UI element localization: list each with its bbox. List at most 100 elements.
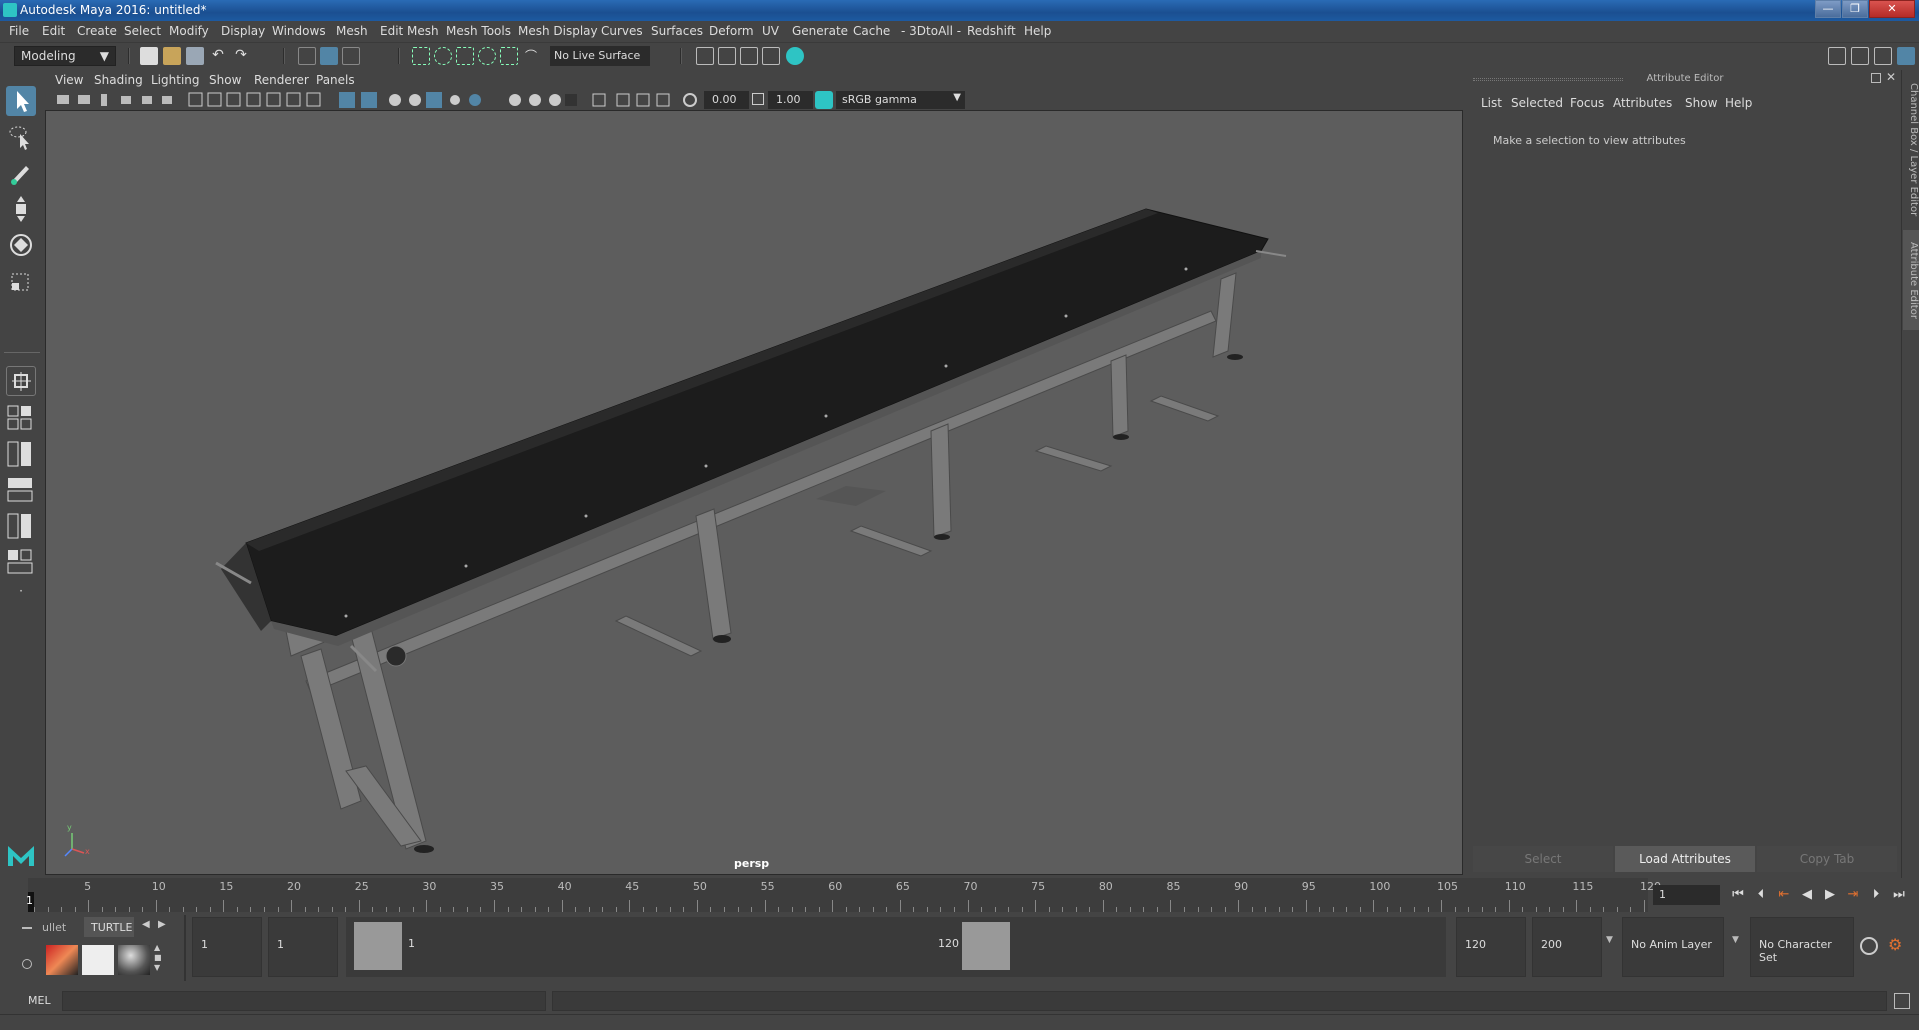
viewport-menu-renderer[interactable]: Renderer [254, 73, 309, 87]
conveyor-belt-model[interactable]: y x [46, 111, 1463, 875]
select-by-object-icon[interactable] [320, 47, 338, 65]
live-surface-field[interactable]: No Live Surface [550, 46, 650, 66]
viewport-menu-show[interactable]: Show [209, 73, 241, 87]
snap-view-plane-icon[interactable] [478, 47, 496, 65]
menu-uv[interactable]: UV [762, 24, 779, 38]
menu-curves[interactable]: Curves [601, 24, 643, 38]
layout-four-view-icon[interactable] [6, 404, 36, 432]
viewport-menu-lighting[interactable]: Lighting [151, 73, 200, 87]
select-tool-icon[interactable] [6, 86, 36, 116]
animation-start-field[interactable]: 1 [192, 917, 262, 977]
time-slider-track[interactable]: 1 5 10 15 20 25 30 35 40 45 50 55 60 65 70 75 80 85 90 95 1… [26, 878, 1661, 912]
menu-help[interactable]: Help [1024, 24, 1051, 38]
mode-select[interactable]: Modeling ▼ [14, 46, 116, 66]
render-settings-icon[interactable] [696, 47, 714, 65]
current-frame-field[interactable]: 1 [1653, 885, 1720, 905]
select-by-hierarchy-icon[interactable] [298, 47, 316, 65]
shelf-handle[interactable] [22, 917, 36, 977]
render-frame-icon[interactable] [718, 47, 736, 65]
attr-menu-help[interactable]: Help [1725, 96, 1752, 110]
character-set-select[interactable]: No Character Set [1750, 917, 1854, 977]
copy-tab-button[interactable]: Copy Tab [1757, 846, 1897, 872]
turtle-sphere-icon[interactable] [118, 945, 150, 975]
playback-end-field[interactable]: 120 [1456, 917, 1526, 977]
paint-select-tool-icon[interactable] [6, 158, 36, 188]
close-icon[interactable]: ✕ [1886, 70, 1896, 84]
chevron-down-icon[interactable]: ▼ [1606, 935, 1613, 945]
attr-menu-focus[interactable]: Focus [1570, 96, 1604, 110]
shelf-tab-turtle[interactable]: TURTLE [84, 917, 134, 937]
menu-3dtoall[interactable]: - 3DtoAll - [901, 24, 961, 38]
menu-edit[interactable]: Edit [42, 24, 65, 38]
menu-modify[interactable]: Modify [169, 24, 209, 38]
animation-preferences-icon[interactable]: ⚙ [1888, 935, 1902, 954]
step-forward-key-icon[interactable]: ⏵ [1867, 886, 1885, 904]
menu-mesh-display[interactable]: Mesh Display [518, 24, 598, 38]
layout-outliner-icon[interactable] [6, 476, 36, 504]
script-editor-icon[interactable] [1894, 993, 1910, 1009]
menu-surfaces[interactable]: Surfaces [651, 24, 703, 38]
turtle-render-icon[interactable] [46, 945, 78, 975]
step-back-key-icon[interactable]: ⏴ [1752, 886, 1770, 904]
layout-graph-icon[interactable] [6, 512, 36, 540]
range-start-handle[interactable] [354, 922, 402, 970]
menu-mesh-tools[interactable]: Mesh Tools [446, 24, 511, 38]
gamma-field[interactable]: 1.00 [768, 91, 813, 109]
new-scene-icon[interactable] [140, 47, 158, 65]
redo-icon[interactable]: ↷ [232, 47, 250, 65]
snap-point-icon[interactable] [456, 47, 474, 65]
select-button[interactable]: Select [1473, 846, 1613, 872]
layout-two-view-icon[interactable] [6, 440, 36, 468]
auto-key-icon[interactable] [1860, 937, 1878, 955]
command-language-label[interactable]: MEL [28, 994, 51, 1007]
step-forward-frame-icon[interactable]: ⇥ [1844, 886, 1862, 904]
menu-generate[interactable]: Generate [792, 24, 848, 38]
play-backwards-icon[interactable]: ◀ [1798, 886, 1816, 904]
perspective-viewport[interactable]: y x persp [45, 110, 1463, 875]
snap-grid-icon[interactable] [412, 47, 430, 65]
rotate-tool-icon[interactable] [6, 230, 36, 260]
select-by-component-icon[interactable] [342, 47, 360, 65]
ipr-render-icon[interactable] [740, 47, 758, 65]
command-input[interactable] [62, 991, 546, 1011]
exposure-field[interactable]: 0.00 [704, 91, 749, 109]
menu-windows[interactable]: Windows [272, 24, 326, 38]
snap-surface-icon[interactable]: ⌒ [522, 47, 540, 65]
move-tool-icon[interactable] [6, 194, 36, 224]
tab-attribute-editor[interactable]: Attribute Editor [1903, 230, 1919, 330]
open-scene-icon[interactable] [163, 47, 181, 65]
float-panel-icon[interactable] [1871, 73, 1881, 83]
menu-mesh[interactable]: Mesh [336, 24, 368, 38]
animation-end-field[interactable]: 200 [1532, 917, 1602, 977]
menu-cache[interactable]: Cache [853, 24, 890, 38]
channel-box-toggle-icon[interactable] [1897, 47, 1915, 65]
viewport-menu-panels[interactable]: Panels [316, 73, 355, 87]
go-to-start-icon[interactable]: ⏮ [1729, 886, 1747, 904]
lasso-tool-icon[interactable] [6, 122, 36, 152]
menu-display[interactable]: Display [221, 24, 265, 38]
play-forwards-icon[interactable]: ▶ [1821, 886, 1839, 904]
menu-edit-mesh[interactable]: Edit Mesh [380, 24, 439, 38]
menu-create[interactable]: Create [77, 24, 117, 38]
layout-persp-graph-icon[interactable] [6, 548, 36, 576]
scale-tool-icon[interactable] [6, 266, 36, 296]
turtle-bake-icon[interactable] [82, 945, 114, 975]
snap-curve-icon[interactable] [434, 47, 452, 65]
shelf-tab-prev-icon[interactable]: ◀ [142, 919, 150, 930]
step-back-frame-icon[interactable]: ⇤ [1775, 886, 1793, 904]
attr-menu-attributes[interactable]: Attributes [1613, 96, 1672, 110]
color-space-select[interactable]: sRGB gamma ▼ [836, 91, 965, 109]
minimize-button[interactable]: — [1815, 0, 1841, 18]
shelf-tab-bullet[interactable]: ullet [38, 917, 78, 937]
attribute-editor-toggle-icon[interactable] [1851, 47, 1869, 65]
tool-settings-icon[interactable] [1874, 47, 1892, 65]
playback-start-field[interactable]: 1 [268, 917, 338, 977]
menu-redshift[interactable]: Redshift [967, 24, 1016, 38]
time-slider[interactable]: 1 5 10 15 20 25 30 35 40 45 50 55 60 65 70 75 80 85 90 95 1… [0, 878, 1919, 912]
close-button[interactable]: ✕ [1869, 0, 1915, 18]
menu-deform[interactable]: Deform [709, 24, 754, 38]
save-scene-icon[interactable] [186, 47, 204, 65]
gamma-icon[interactable] [752, 93, 764, 105]
modeling-toolkit-icon[interactable] [1828, 47, 1846, 65]
attr-menu-selected[interactable]: Selected [1511, 96, 1563, 110]
